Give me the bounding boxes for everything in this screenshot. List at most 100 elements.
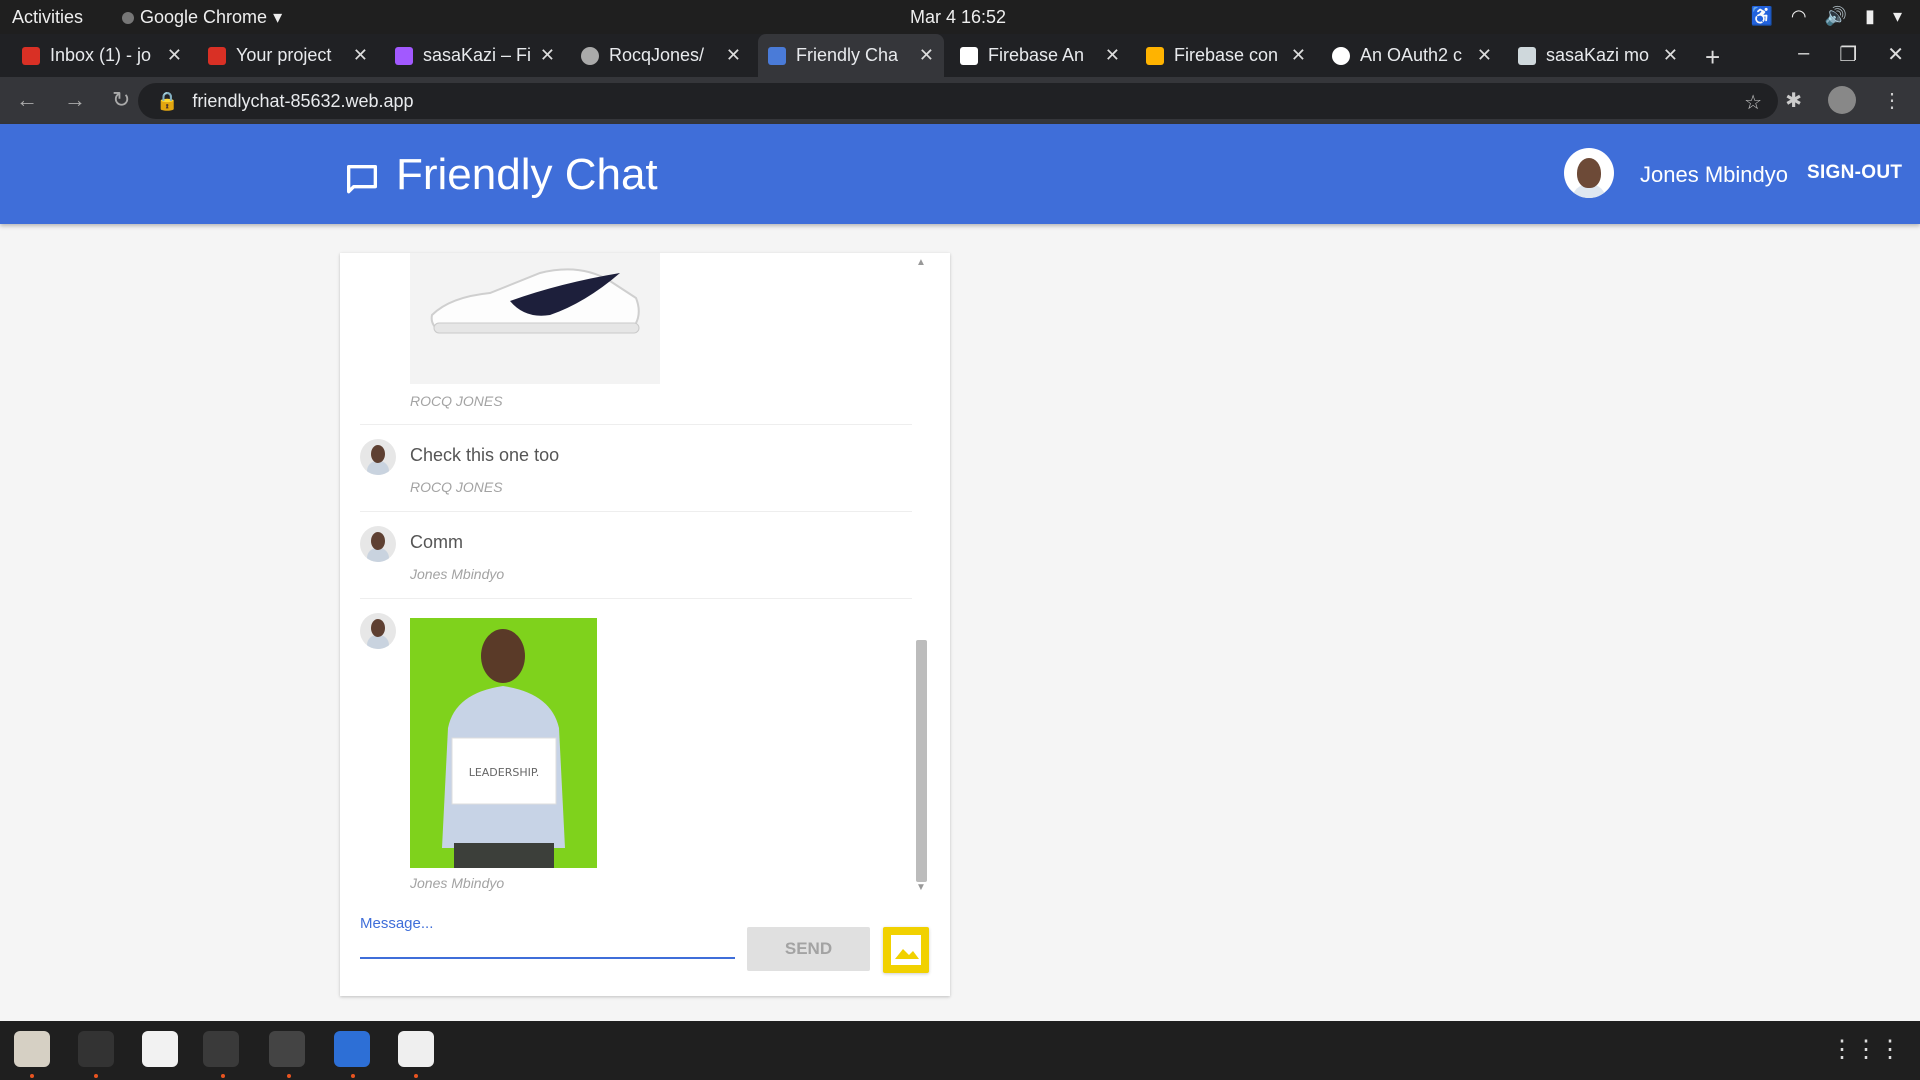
system-tray[interactable]: ♿ ◠ 🔊 ▮ ▾ [1750,6,1902,27]
sign-out-button[interactable]: SIGN-OUT [1807,162,1902,184]
person-photo[interactable]: LEADERSHIP. [410,618,597,868]
author-avatar [360,439,396,475]
browser-tab-strip: Inbox (1) - jo ✕ Your project ✕ sasaKazi… [0,34,1920,77]
clock[interactable]: Mar 4 16:52 [910,7,1006,28]
document-viewer-icon[interactable] [334,1031,370,1067]
trello-icon [1518,46,1536,65]
upload-image-button[interactable] [883,927,929,973]
extensions-icon[interactable]: ✱ [1785,88,1802,113]
profile-avatar[interactable] [1828,86,1856,114]
scrollbar-thumb[interactable] [916,640,927,882]
message-text: Comm [410,532,463,552]
text-editor-icon[interactable] [142,1031,178,1067]
show-apps-icon[interactable]: ⋮⋮⋮ [1830,1035,1902,1064]
close-icon[interactable]: ✕ [353,45,368,66]
battery-icon[interactable]: ▮ [1865,6,1875,27]
close-icon[interactable]: ✕ [1291,45,1306,66]
scroll-down-icon[interactable]: ▼ [916,882,926,893]
sneaker-photo[interactable] [410,253,660,384]
app-header: Friendly Chat Jones Mbindyo SIGN-OUT [0,124,1920,224]
android-studio-icon [960,46,978,65]
user-avatar [1564,148,1614,198]
url-text[interactable]: friendlychat-85632.web.app [192,91,413,112]
close-icon[interactable]: ✕ [1663,45,1678,66]
chat-icon [768,46,786,65]
address-bar[interactable]: 🔒 friendlychat-85632.web.app ☆ [138,83,1778,119]
tab-title: RocqJones/ [609,45,705,65]
restore-icon[interactable]: ❐ [1839,42,1857,67]
files-icon[interactable] [14,1031,50,1067]
scrollbar[interactable]: ▲ ▼ [913,255,929,895]
tab-sasakazi-figma[interactable]: sasaKazi – Fi ✕ [385,34,565,77]
tab-title: sasaKazi – Fi [423,45,530,65]
app-menu[interactable]: Google Chrome ▾ [122,7,282,28]
dock: ⋮⋮⋮ [0,1021,1920,1080]
message-input[interactable] [360,913,735,959]
tab-your-project[interactable]: Your project ✕ [198,34,378,77]
terminal-icon[interactable] [78,1031,114,1067]
message-author: ROCQ JONES [410,479,503,495]
tab-github[interactable]: RocqJones/ ✕ [571,34,751,77]
chevron-down-icon: ▾ [273,7,283,27]
close-icon[interactable]: ✕ [540,45,555,66]
scroll-up-icon[interactable]: ▲ [916,257,926,268]
firebase-icon [1146,46,1164,65]
tab-firebase-android[interactable]: Firebase An ✕ [950,34,1130,77]
kebab-menu-icon[interactable]: ⋮ [1882,88,1902,113]
close-icon[interactable]: ✕ [726,45,741,66]
tab-title: Firebase An [988,45,1085,65]
author-avatar [360,613,396,649]
reload-icon[interactable]: ↻ [112,87,130,113]
close-window-icon[interactable]: ✕ [1887,42,1904,67]
message-text: Check this one too [410,445,560,465]
forward-icon[interactable]: → [64,87,86,113]
message-item: Comm Jones Mbindyo [360,512,912,599]
tab-firebase-console[interactable]: Firebase con ✕ [1136,34,1316,77]
system-monitor-icon[interactable] [269,1031,305,1067]
wifi-icon[interactable]: ◠ [1791,6,1807,27]
running-indicator [351,1074,355,1078]
close-icon[interactable]: ✕ [1477,45,1492,66]
new-tab-button[interactable]: + [1705,42,1720,73]
app-name: Google Chrome [140,7,268,27]
tab-title: Friendly Cha [796,45,899,65]
activities-button[interactable]: Activities [12,7,83,28]
minimize-icon[interactable]: – [1798,42,1809,67]
figma-icon [395,46,413,65]
screenshot-tool-icon[interactable] [398,1031,434,1067]
back-icon[interactable]: ← [16,87,38,113]
running-indicator [30,1074,34,1078]
google-icon [1332,46,1350,65]
chevron-down-icon[interactable]: ▾ [1893,6,1902,27]
close-icon[interactable]: ✕ [919,45,934,66]
gmail-icon [22,46,40,65]
volume-icon[interactable]: 🔊 [1825,6,1847,27]
message-author: Jones Mbindyo [410,875,505,891]
running-indicator [287,1074,291,1078]
author-avatar [360,526,396,562]
send-button[interactable]: SEND [747,927,870,971]
message-list[interactable]: ROCQ JONES Check this one too ROCQ JONES… [360,253,912,893]
image-icon [891,935,921,965]
tab-sasakazi-trello[interactable]: sasaKazi mo ✕ [1508,34,1688,77]
tab-friendly-chat[interactable]: Friendly Cha ✕ [758,34,944,77]
accessibility-icon[interactable]: ♿ [1750,6,1772,27]
close-icon[interactable]: ✕ [1105,45,1120,66]
lock-icon[interactable]: 🔒 [156,91,178,112]
browser-toolbar: ← → ↻ 🔒 friendlychat-85632.web.app ☆ ✱ ⋮ [0,77,1920,124]
tab-inbox[interactable]: Inbox (1) - jo ✕ [12,34,192,77]
nav-buttons: ← → ↻ [16,87,130,113]
tab-oauth2[interactable]: An OAuth2 c ✕ [1322,34,1502,77]
running-indicator [221,1074,225,1078]
user-name: Jones Mbindyo [1640,162,1788,187]
gmail-icon [208,46,226,65]
sign-text: LEADERSHIP. [469,766,540,779]
github-icon [581,46,599,65]
system-top-bar: Activities Google Chrome ▾ Mar 4 16:52 ♿… [0,0,1920,34]
tab-title: Inbox (1) - jo [50,45,152,65]
chrome-icon[interactable] [203,1031,239,1067]
tab-title: Your project [236,45,332,65]
close-icon[interactable]: ✕ [167,45,182,66]
tab-title: sasaKazi mo [1546,45,1650,65]
bookmark-star-icon[interactable]: ☆ [1744,90,1762,115]
